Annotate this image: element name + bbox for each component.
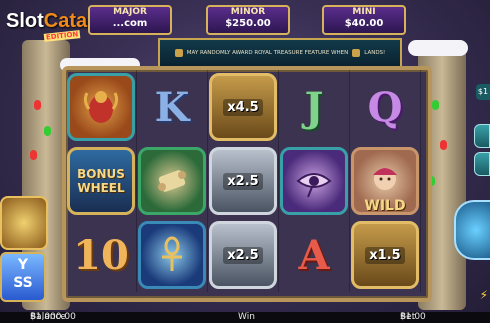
- reel-cell: WILD: [350, 144, 421, 218]
- multiplier-symbol: x2.5: [209, 221, 277, 289]
- bet-increase-button[interactable]: [474, 124, 490, 148]
- scarab-symbol-icon: [67, 73, 135, 141]
- reel-cell: K: [137, 70, 208, 144]
- reel-cell: BONUS WHEEL: [66, 144, 137, 218]
- reel-cell: x1.5: [350, 218, 421, 292]
- light-bulb-icon: [440, 140, 447, 150]
- jackpot-major-value: ...com: [112, 18, 148, 29]
- multiplier-value: x1.5: [365, 246, 405, 264]
- wild-label: WILD: [364, 198, 406, 214]
- reel-cell: [137, 218, 208, 292]
- spin-button[interactable]: [454, 200, 490, 260]
- balance-value: $1,000.00: [30, 312, 76, 322]
- multiplier-value: x2.5: [223, 246, 263, 264]
- reel-cell: [66, 70, 137, 144]
- buy-feature-button[interactable]: Y SS: [0, 252, 46, 302]
- bet-level-indicator[interactable]: $1: [476, 84, 490, 100]
- buy-feature-line1: Y: [17, 257, 29, 273]
- bonus-wheel-line1: BONUS: [77, 167, 125, 181]
- reel-cell: [137, 144, 208, 218]
- bonus-wheel-line2: WHEEL: [77, 181, 125, 195]
- status-bar: Balance $1,000.00 Win Bet $1.00: [0, 312, 490, 323]
- turbo-lightning-icon[interactable]: ⚡: [480, 288, 488, 302]
- banner-text-after: LANDS!: [364, 50, 386, 56]
- bet-value: $1.00: [400, 312, 426, 322]
- bet-decrease-button[interactable]: [474, 152, 490, 176]
- jackpot-minor: MINOR $250.00: [206, 5, 290, 35]
- snow-cap-right: [408, 40, 468, 56]
- light-bulb-icon: [30, 150, 37, 160]
- light-bulb-icon: [44, 126, 51, 136]
- pharaoh-face-icon: [373, 168, 397, 190]
- buy-feature-line2: SS: [13, 275, 33, 291]
- symbol-q: Q: [367, 83, 403, 131]
- reel-grid: K x4.5 J Q BONUS WHEEL x2.5 WILD 10 x2.5…: [66, 70, 421, 292]
- light-bulb-icon: [34, 100, 41, 110]
- reel-cell: 10: [66, 218, 137, 292]
- symbol-j: J: [304, 83, 324, 131]
- win-label: Win: [238, 312, 255, 322]
- eye-of-horus-symbol-icon: [280, 147, 348, 215]
- treasure-chest-icon: [0, 196, 48, 250]
- jackpot-mini-label: MINI: [352, 7, 376, 17]
- multiplier-value: x2.5: [223, 172, 263, 190]
- jackpot-major: MAJOR ...com: [88, 5, 172, 35]
- feature-banner: MAY RANDOMLY AWARD ROYAL TREASURE FEATUR…: [158, 38, 402, 68]
- multiplier-value: x4.5: [223, 98, 263, 116]
- symbol-k: K: [154, 83, 190, 131]
- jackpot-mini: MINI $40.00: [322, 5, 406, 35]
- light-bulb-icon: [432, 100, 439, 110]
- symbol-10: 10: [73, 231, 129, 279]
- reel-cell: x2.5: [208, 218, 279, 292]
- chest-icon: [174, 49, 183, 57]
- jackpot-major-label: MAJOR: [113, 7, 147, 17]
- symbol-a: A: [298, 231, 330, 279]
- jackpot-mini-value: $40.00: [344, 18, 384, 29]
- chest-icon: [352, 49, 361, 57]
- scroll-symbol-icon: [138, 147, 206, 215]
- jackpot-minor-label: MINOR: [230, 7, 266, 17]
- reel-cell: Q: [350, 70, 421, 144]
- reel-cell: x2.5: [208, 144, 279, 218]
- reel-cell: [279, 144, 350, 218]
- jackpot-minor-value: $250.00: [225, 18, 271, 29]
- ankh-symbol-icon: [138, 221, 206, 289]
- bonus-wheel-symbol: BONUS WHEEL: [67, 147, 135, 215]
- reel-cell: A: [279, 218, 350, 292]
- multiplier-symbol: x4.5: [209, 73, 277, 141]
- reel-cell: x4.5: [208, 70, 279, 144]
- multiplier-symbol: x1.5: [351, 221, 419, 289]
- multiplier-symbol: x2.5: [209, 147, 277, 215]
- wild-symbol: WILD: [351, 147, 419, 215]
- banner-text-before: MAY RANDOMLY AWARD ROYAL TREASURE FEATUR…: [186, 50, 349, 56]
- reel-cell: J: [279, 70, 350, 144]
